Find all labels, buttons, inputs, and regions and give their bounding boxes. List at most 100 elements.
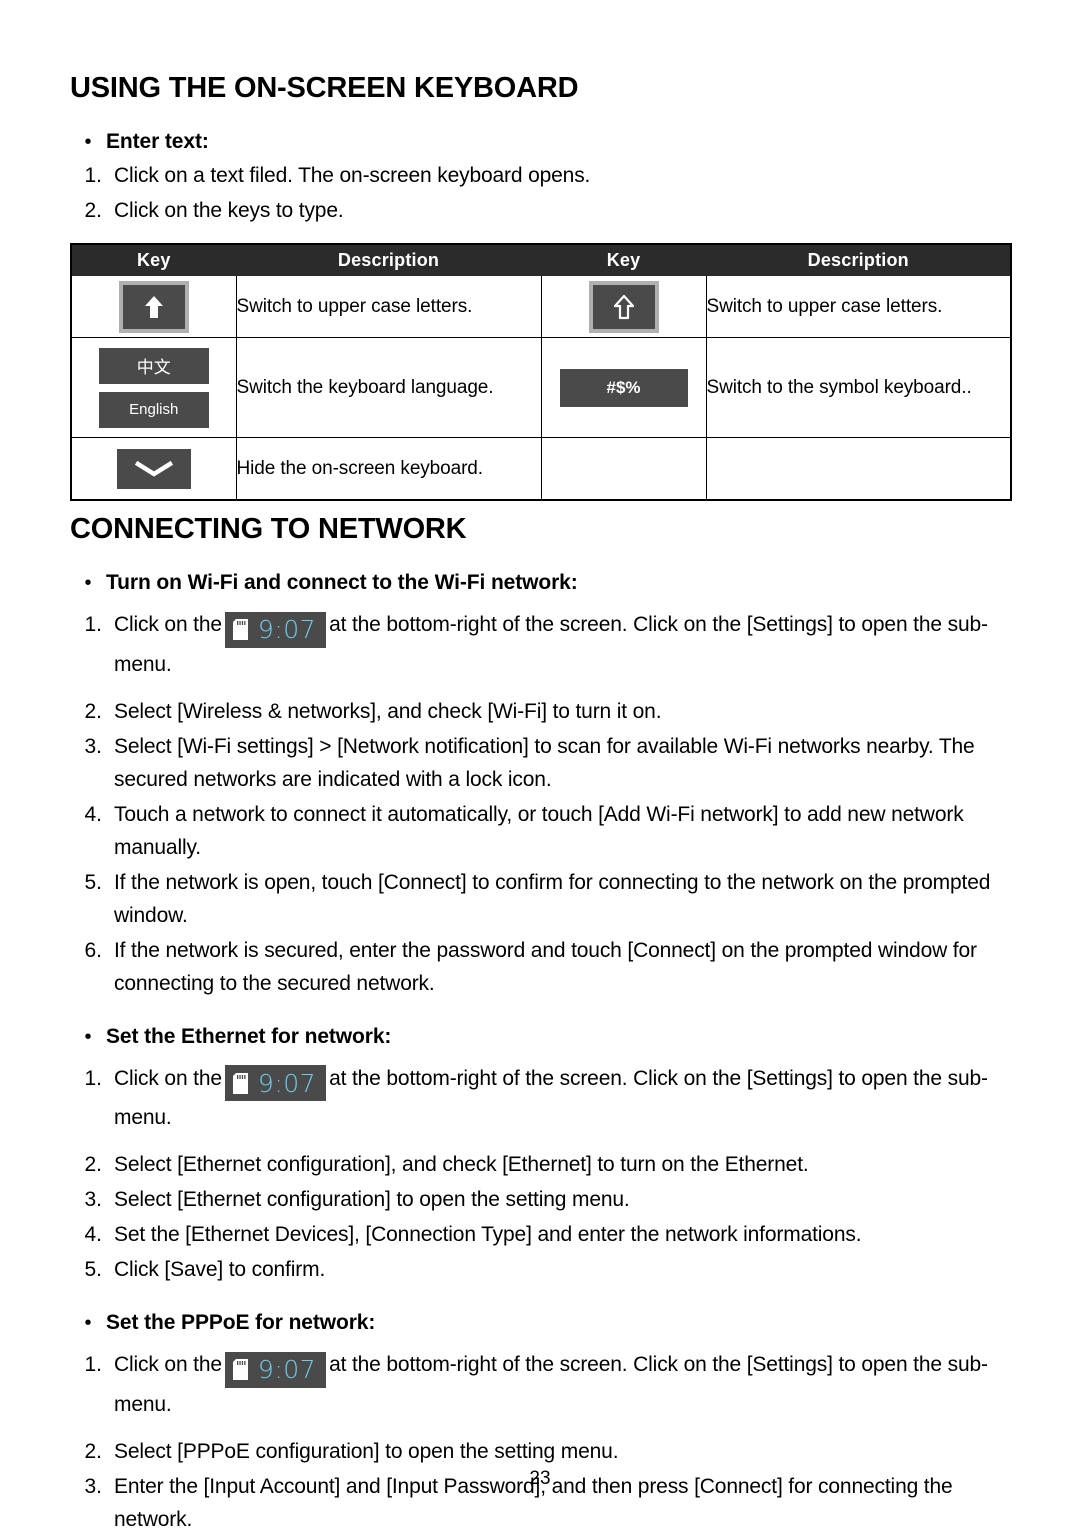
manual-page: USING THE ON-SCREEN KEYBOARD • Enter tex… — [0, 0, 1080, 1532]
clock-widget-chip[interactable]: 9:07 — [224, 1351, 327, 1388]
cell-key-symbol: #$% — [540, 337, 707, 439]
list-item: 3. Select [Wi-Fi settings] > [Network no… — [70, 730, 1010, 796]
column-header-key-1: Key — [70, 243, 237, 277]
clock-time-label: 9:07 — [257, 615, 317, 645]
bullet-enter-text: • Enter text: — [70, 127, 1010, 157]
step-number: 5. — [84, 1258, 102, 1282]
bullet-set-ethernet: • Set the Ethernet for network: — [70, 1022, 1010, 1052]
shift-arrow-outline-key-icon — [588, 280, 659, 333]
cell-key-shift-outline — [540, 275, 707, 339]
list-item: 1. Click on the 9:07 at the bottom-right o… — [70, 1348, 1010, 1421]
hide-keyboard-chevron-icon — [116, 448, 191, 489]
clock-time-label: 9:07 — [257, 1068, 317, 1098]
table-row: Hide the on-screen keyboard. — [70, 437, 1012, 501]
step-text-before: Click on the — [114, 1353, 222, 1377]
sd-card-icon — [232, 1359, 248, 1381]
step-text: Select [Wi-Fi settings] > [Network notif… — [114, 734, 975, 791]
step-text-before: Click on the — [114, 613, 222, 637]
step-number: 1. — [84, 1353, 102, 1377]
step-text: Select [Ethernet configuration], and che… — [114, 1153, 809, 1177]
step-number: 4. — [84, 802, 102, 826]
cell-key-empty — [540, 437, 707, 501]
step-text: Select [PPPoE configuration] to open the… — [114, 1439, 619, 1463]
language-key-english: English — [98, 391, 209, 428]
step-number: 1. — [84, 1066, 102, 1090]
list-item: 2. Click on the keys to type. — [70, 194, 1010, 227]
list-item: 2. Select [Wireless & networks], and che… — [70, 695, 1010, 728]
language-switch-key-icon: 中文 English — [72, 340, 236, 436]
step-text: Touch a network to connect it automatica… — [114, 802, 964, 859]
table-row: Switch to upper case letters. Switch to … — [70, 275, 1012, 339]
list-item: 4. Set the [Ethernet Devices], [Connecti… — [70, 1218, 1010, 1251]
list-item: 6. If the network is secured, enter the … — [70, 934, 1010, 1000]
language-key-chinese: 中文 — [98, 347, 209, 384]
step-number: 3. — [84, 1188, 102, 1212]
step-text: Set the [Ethernet Devices], [Connection … — [114, 1223, 862, 1247]
list-item: 1. Click on a text filed. The on-screen … — [70, 159, 1010, 192]
step-number: 5. — [84, 870, 102, 894]
list-item: 3. Select [Ethernet configuration] to op… — [70, 1183, 1010, 1216]
step-text: Click on the keys to type. — [114, 199, 344, 223]
page-title-keyboard: USING THE ON-SCREEN KEYBOARD — [70, 72, 579, 104]
bullet-label: Enter text: — [106, 130, 209, 154]
cell-key-hide-keyboard — [70, 437, 237, 501]
page-title-network: CONNECTING TO NETWORK — [70, 512, 467, 545]
sd-card-icon — [232, 619, 248, 641]
list-item: 2. Select [PPPoE configuration] to open … — [70, 1435, 1010, 1468]
step-text: Click on the 9:07 at the bottom-right of t… — [114, 1348, 1010, 1421]
bullet-turn-on-wifi: • Turn on Wi-Fi and connect to the Wi-Fi… — [70, 568, 1010, 598]
step-text: Click on the 9:07 at the bottom-right of t… — [114, 1062, 1010, 1135]
step-text: Select [Ethernet configuration] to open … — [114, 1188, 630, 1212]
step-number: 1. — [84, 613, 102, 637]
bullet-set-pppoe: • Set the PPPoE for network: — [70, 1308, 1010, 1338]
step-text: Select [Wireless & networks], and check … — [114, 699, 662, 723]
step-text: If the network is open, touch [Connect] … — [114, 870, 991, 927]
cell-key-shift-filled — [70, 275, 237, 339]
cell-description-empty — [705, 437, 1012, 501]
table-row: 中文 English Switch the keyboard language.… — [70, 337, 1012, 439]
cell-description: Switch to the symbol keyboard.. — [705, 337, 1012, 439]
clock-widget-chip[interactable]: 9:07 — [224, 1065, 327, 1102]
step-number: 2. — [84, 1153, 102, 1177]
list-item: 1. Click on the 9:07 at the bottom-right o… — [70, 608, 1010, 681]
keyboard-steps-list: 1. Click on a text filed. The on-screen … — [70, 159, 1010, 227]
bullet-dot-icon: • — [84, 131, 92, 154]
bullet-dot-icon: • — [84, 572, 92, 595]
step-text: Click [Save] to confirm. — [114, 1258, 326, 1282]
list-item: 5. If the network is open, touch [Connec… — [70, 866, 1010, 932]
step-text: If the network is secured, enter the pas… — [114, 938, 977, 995]
pppoe-steps-list: 1. Click on the 9:07 at the bottom-right o… — [70, 1348, 1010, 1536]
step-number: 1. — [84, 164, 102, 188]
ethernet-steps-list: 1. Click on the 9:07 at the bottom-right o… — [70, 1062, 1010, 1287]
shift-arrow-filled-key-icon — [118, 280, 189, 333]
wifi-steps-list: 1. Click on the 9:07 at the bottom-right o… — [70, 608, 1010, 1000]
bullet-dot-icon: • — [84, 1312, 92, 1335]
cell-description: Switch to upper case letters. — [235, 275, 542, 339]
network-section: CONNECTING TO NETWORK • Turn on Wi-Fi an… — [70, 501, 1010, 1536]
step-number: 4. — [84, 1223, 102, 1247]
step-text: Click on the 9:07 at the bottom-right of t… — [114, 608, 1010, 681]
step-text-before: Click on the — [114, 1066, 222, 1090]
keyboard-section: USING THE ON-SCREEN KEYBOARD • Enter tex… — [70, 0, 1012, 501]
clock-widget-chip[interactable]: 9:07 — [224, 611, 327, 648]
column-header-description-2: Description — [705, 243, 1012, 277]
bullet-dot-icon: • — [84, 1025, 92, 1048]
symbol-keyboard-key-icon: #$% — [559, 368, 688, 407]
bullet-label: Set the PPPoE for network: — [106, 1311, 376, 1335]
step-number: 6. — [84, 938, 102, 962]
cell-description: Hide the on-screen keyboard. — [235, 437, 542, 501]
step-number: 2. — [84, 199, 102, 223]
clock-time-label: 9:07 — [257, 1355, 317, 1385]
list-item: 4. Touch a network to connect it automat… — [70, 798, 1010, 864]
step-number: 2. — [84, 1439, 102, 1463]
bullet-label: Set the Ethernet for network: — [106, 1024, 392, 1048]
page-number: 23 — [529, 1468, 551, 1489]
keyboard-key-table: Key Description Key Description Switch t… — [70, 243, 1012, 501]
cell-description: Switch the keyboard language. — [235, 337, 542, 439]
column-header-description-1: Description — [235, 243, 542, 277]
bullet-label: Turn on Wi-Fi and connect to the Wi-Fi n… — [106, 571, 578, 595]
step-number: 2. — [84, 699, 102, 723]
cell-key-language: 中文 English — [70, 337, 237, 439]
sd-card-icon — [232, 1072, 248, 1094]
step-number: 3. — [84, 734, 102, 758]
